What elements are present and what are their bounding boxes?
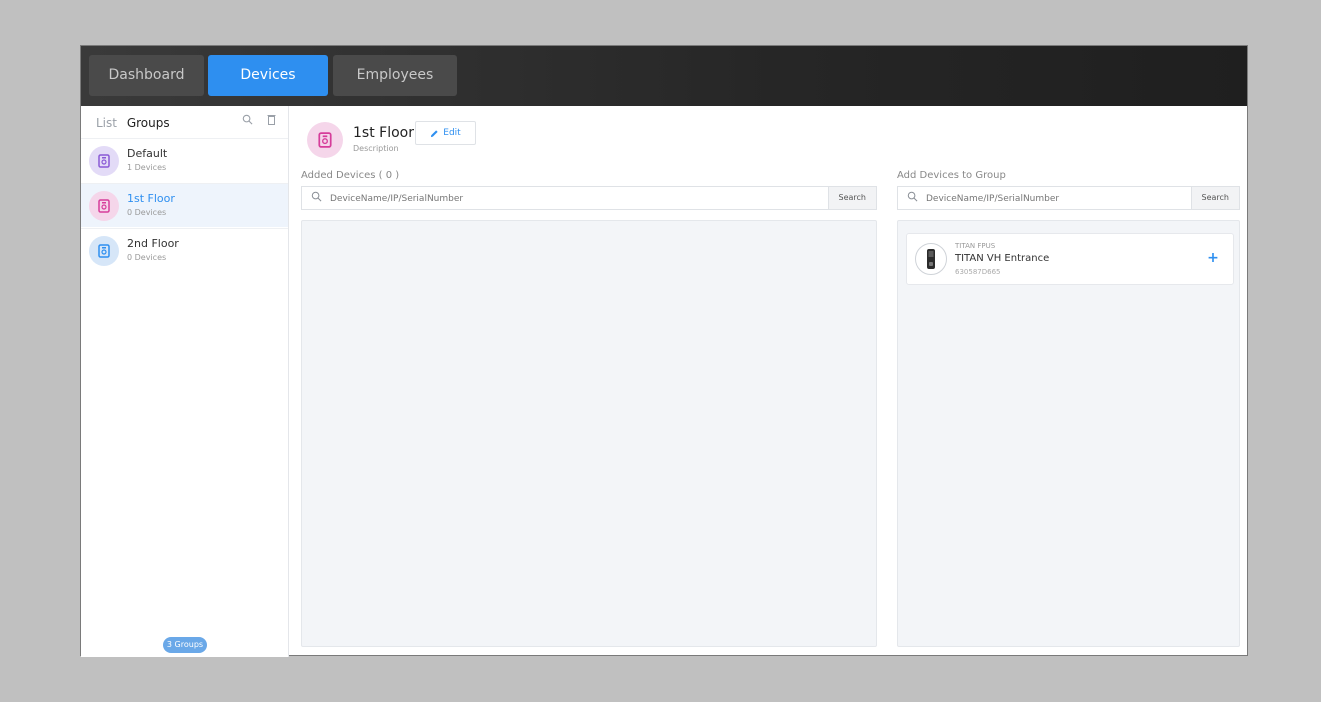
device-thumbnail (915, 243, 947, 275)
group-name: Default (127, 147, 168, 160)
group-avatar (89, 236, 119, 266)
search-icon[interactable] (242, 114, 257, 128)
add-devices-search: Search (897, 186, 1240, 210)
tab-employees[interactable]: Employees (333, 55, 457, 96)
add-devices-label: Add Devices to Group (897, 170, 1006, 181)
add-device-plus-icon[interactable]: + (1205, 250, 1221, 266)
group-item-1st-floor[interactable]: 1st Floor 0 Devices (81, 183, 288, 227)
group-device-count: 0 Devices (127, 208, 167, 217)
group-name: 2nd Floor (127, 237, 179, 250)
group-avatar (89, 191, 119, 221)
group-name: 1st Floor (127, 192, 175, 205)
device-icon (318, 132, 332, 148)
added-devices-search-input[interactable] (328, 189, 832, 209)
list-view-toggle[interactable]: List (96, 116, 117, 130)
edit-button-label: Edit (443, 128, 461, 138)
device-serial: 630587D665 (955, 268, 1001, 276)
device-name: TITAN VH Entrance (955, 253, 1050, 264)
group-device-count: 1 Devices (127, 163, 167, 172)
group-item-default[interactable]: Default 1 Devices (81, 138, 288, 182)
tab-dashboard[interactable]: Dashboard (89, 55, 204, 96)
device-icon (98, 154, 110, 168)
device-model: TITAN FPUS (955, 242, 996, 250)
group-item-2nd-floor[interactable]: 2nd Floor 0 Devices (81, 228, 288, 272)
group-avatar (89, 146, 119, 176)
sidebar-actions (232, 114, 276, 128)
device-icon (98, 244, 110, 258)
device-card[interactable]: TITAN FPUS TITAN VH Entrance 630587D665 … (906, 233, 1234, 285)
groups-sidebar: List Groups Default 1 Devices 1st Floor … (81, 106, 289, 657)
group-avatar (307, 122, 343, 158)
available-devices-list: TITAN FPUS TITAN VH Entrance 630587D665 … (897, 220, 1240, 647)
added-devices-search-button[interactable]: Search (827, 187, 876, 209)
app-window: Dashboard Devices Employees List Groups … (80, 45, 1248, 657)
trash-icon[interactable] (267, 114, 276, 128)
add-devices-search-button[interactable]: Search (1190, 187, 1239, 209)
top-nav-bar: Dashboard Devices Employees (81, 46, 1247, 106)
group-description: Description (353, 144, 399, 153)
search-icon (311, 191, 322, 205)
added-devices-label: Added Devices ( 0 ) (301, 170, 400, 181)
device-icon (98, 199, 110, 213)
groups-view-toggle[interactable]: Groups (127, 116, 170, 130)
group-device-count: 0 Devices (127, 253, 167, 262)
group-detail-panel: 1st Floor Description Edit Added Devices… (289, 106, 1247, 655)
added-devices-list (301, 220, 877, 647)
sidebar-header: List Groups (96, 116, 170, 130)
added-devices-search: Search (301, 186, 877, 210)
group-title: 1st Floor (353, 125, 414, 141)
add-devices-search-input[interactable] (924, 189, 1188, 209)
fingerprint-terminal-icon (927, 249, 935, 269)
search-icon (907, 191, 918, 205)
groups-count-badge: 3 Groups (163, 637, 207, 653)
tab-devices[interactable]: Devices (208, 55, 328, 96)
edit-button[interactable]: Edit (415, 121, 476, 145)
pencil-icon (431, 129, 438, 137)
